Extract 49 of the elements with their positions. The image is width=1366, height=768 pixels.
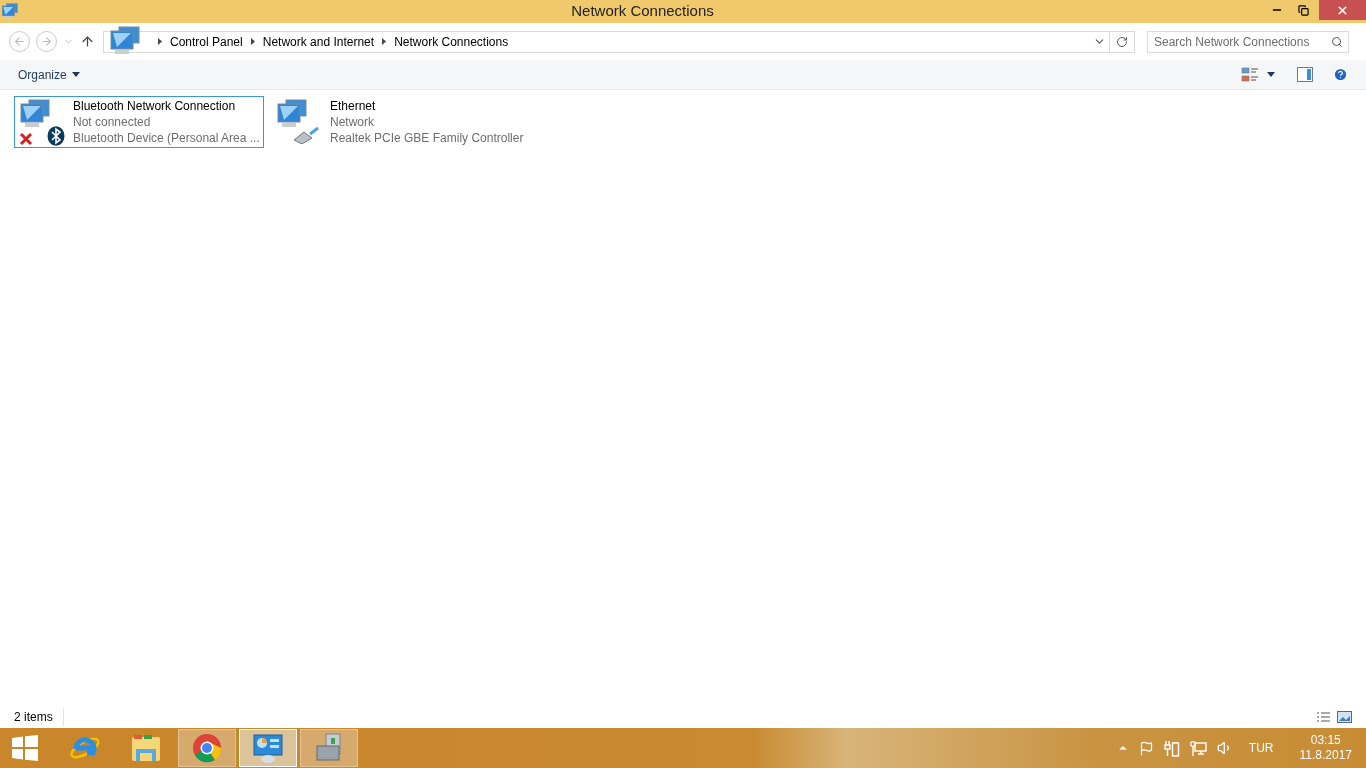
battery-plug-icon[interactable] — [1163, 739, 1180, 757]
bluetooth-icon — [47, 126, 65, 146]
help-icon[interactable] — [1333, 67, 1348, 82]
chrome-icon — [192, 733, 222, 763]
up-button[interactable] — [80, 34, 95, 49]
connection-device: Bluetooth Device (Personal Area ... — [73, 130, 260, 146]
windows-logo-icon — [12, 735, 38, 761]
caret-icon — [1267, 72, 1275, 77]
folder-icon — [130, 733, 162, 763]
connection-name: Bluetooth Network Connection — [73, 98, 237, 114]
forward-arrow-icon — [40, 35, 53, 48]
network-monitor-icon[interactable] — [1189, 739, 1207, 757]
connection-item[interactable]: Bluetooth Network Connection Not connected Bluetooth Device (Personal Area ... — [14, 96, 264, 148]
caret-icon — [71, 72, 80, 77]
large-icons-icon — [1337, 711, 1352, 723]
breadcrumb-separator-icon[interactable] — [250, 38, 255, 45]
breadcrumb-item[interactable]: Network and Internet — [262, 32, 375, 51]
refresh-icon — [1116, 35, 1128, 48]
connection-name: Ethernet — [330, 98, 377, 114]
change-view-button[interactable] — [1241, 67, 1275, 82]
breadcrumb-item[interactable]: Network Connections — [394, 32, 509, 51]
search-field[interactable]: Search Network Connections — [1147, 30, 1349, 53]
search-icon — [1331, 35, 1343, 48]
breadcrumb-item[interactable]: Control Panel — [170, 32, 243, 51]
clock-time: 03:15 — [1310, 733, 1341, 748]
connection-status: Not connected — [73, 114, 152, 130]
details-view-button[interactable] — [1316, 711, 1331, 723]
back-arrow-icon — [13, 35, 26, 48]
action-center-icon[interactable] — [1138, 740, 1154, 756]
clock-date: 11.8.2017 — [1299, 748, 1352, 763]
view-tiles-icon — [1241, 67, 1259, 82]
network-cable-icon — [292, 126, 320, 144]
preview-pane-button[interactable] — [1297, 67, 1313, 82]
item-count: 2 items — [14, 708, 64, 726]
large-icons-view-button[interactable] — [1337, 711, 1352, 723]
taskbar-app-button[interactable] — [178, 729, 236, 767]
details-list-icon — [1316, 711, 1331, 723]
preview-pane-icon — [1297, 67, 1313, 82]
restore-icon — [1298, 4, 1309, 16]
connection-device: Realtek PCIe GBE Family Controller — [330, 130, 524, 146]
close-icon — [1336, 3, 1349, 17]
control-panel-icon — [252, 733, 284, 763]
window-title: Network Connections — [571, 1, 714, 22]
toolbox-icon — [314, 732, 344, 764]
organize-menu[interactable]: Organize — [18, 65, 80, 84]
taskbar-app-button[interactable] — [300, 729, 358, 767]
breadcrumb-separator-icon[interactable] — [382, 38, 387, 45]
connection-status: Network — [330, 114, 375, 130]
breadcrumb-separator-icon[interactable] — [158, 38, 162, 45]
